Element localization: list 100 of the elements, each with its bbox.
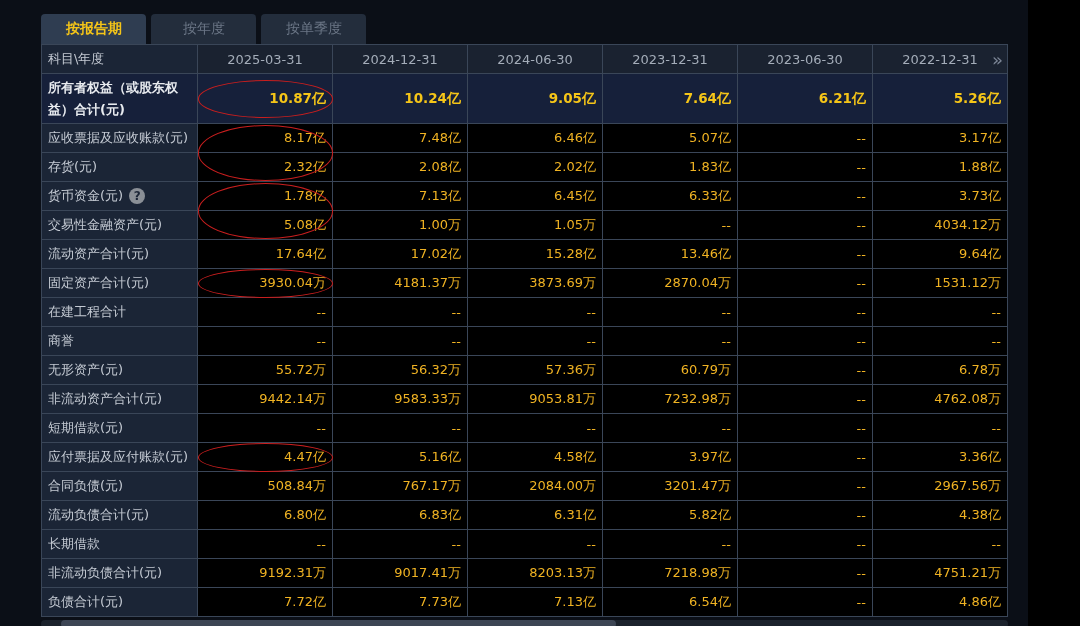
row-label: 所有者权益（或股东权益）合计(元) (48, 78, 179, 119)
table-cell: -- (738, 298, 873, 327)
table-cell: 2.08亿 (333, 153, 468, 182)
row-label: 短期借款(元) (48, 419, 124, 437)
table-cell: 1531.12万 (873, 269, 1008, 298)
row-label: 非流动资产合计(元) (48, 390, 163, 408)
table-cell: 17.02亿 (333, 240, 468, 269)
table-cell: 6.21亿 (738, 74, 873, 124)
table-cell: -- (873, 327, 1008, 356)
table-cell: 1.05万 (468, 211, 603, 240)
column-header: 2023-06-30 (767, 51, 843, 67)
table-cell: 3.36亿 (873, 443, 1008, 472)
table-cell: 6.33亿 (603, 182, 738, 211)
table-cell: 4.58亿 (468, 443, 603, 472)
table-cell: 4034.12万 (873, 211, 1008, 240)
table-cell: 9017.41万 (333, 559, 468, 588)
table-cell: -- (738, 153, 873, 182)
table-cell: 9442.14万 (198, 385, 333, 414)
table-cell: -- (738, 472, 873, 501)
table-cell: 3873.69万 (468, 269, 603, 298)
row-label: 应收票据及应收账款(元) (48, 129, 189, 147)
scrollbar-thumb[interactable] (61, 620, 616, 626)
table-cell: -- (738, 211, 873, 240)
table-cell: -- (468, 298, 603, 327)
table-cell: -- (873, 530, 1008, 559)
table-cell: 5.26亿 (873, 74, 1008, 124)
table-cell: 4751.21万 (873, 559, 1008, 588)
column-header: 2025-03-31 (227, 51, 303, 67)
table-cell: 1.88亿 (873, 153, 1008, 182)
table-cell: 3.97亿 (603, 443, 738, 472)
table-cell: 7.48亿 (333, 124, 468, 153)
table-cell: 15.28亿 (468, 240, 603, 269)
table-cell: 10.24亿 (333, 74, 468, 124)
table-cell: 3201.47万 (603, 472, 738, 501)
column-header: 2023-12-31 (632, 51, 708, 67)
table-cell: -- (603, 530, 738, 559)
column-header: 2024-12-31 (362, 51, 438, 67)
column-header: 科目\年度 (42, 45, 198, 74)
table-cell: -- (738, 124, 873, 153)
table-cell: 7.64亿 (603, 74, 738, 124)
table-cell: 7218.98万 (603, 559, 738, 588)
table-cell: 9192.31万 (198, 559, 333, 588)
row-label: 合同负债(元) (48, 477, 124, 495)
table-cell: 17.64亿 (198, 240, 333, 269)
table-cell: 8203.13万 (468, 559, 603, 588)
table-cell: -- (198, 530, 333, 559)
horizontal-scrollbar[interactable] (41, 620, 1008, 626)
table-cell: -- (603, 414, 738, 443)
row-label: 长期借款 (48, 535, 100, 553)
row-label: 无形资产(元) (48, 361, 124, 379)
table-cell: 8.17亿 (198, 124, 333, 153)
table-cell: 7.13亿 (333, 182, 468, 211)
table-cell: 5.82亿 (603, 501, 738, 530)
row-label: 交易性金融资产(元) (48, 216, 163, 234)
table-cell: 7.73亿 (333, 588, 468, 617)
table-cell: 6.54亿 (603, 588, 738, 617)
table-cell: 4.38亿 (873, 501, 1008, 530)
table-cell: 6.31亿 (468, 501, 603, 530)
table-cell: 9053.81万 (468, 385, 603, 414)
table-cell: 7.13亿 (468, 588, 603, 617)
next-columns-button[interactable]: » (992, 48, 1003, 70)
table-cell: 7.72亿 (198, 588, 333, 617)
tab[interactable]: 按单季度 (261, 14, 366, 44)
table-cell: 6.45亿 (468, 182, 603, 211)
table-cell: 56.32万 (333, 356, 468, 385)
table-cell: 3.73亿 (873, 182, 1008, 211)
row-label: 存货(元) (48, 158, 98, 176)
help-icon[interactable]: ? (129, 188, 146, 204)
table-cell: -- (468, 414, 603, 443)
table-cell: 1.78亿 (198, 182, 333, 211)
table-cell: 2084.00万 (468, 472, 603, 501)
table-cell: 6.46亿 (468, 124, 603, 153)
table-cell: -- (738, 182, 873, 211)
table-cell: -- (738, 559, 873, 588)
table-cell: -- (738, 414, 873, 443)
table-cell: -- (738, 588, 873, 617)
table-cell: 7232.98万 (603, 385, 738, 414)
table-cell: 3.17亿 (873, 124, 1008, 153)
table-cell: -- (873, 414, 1008, 443)
table-cell: 6.80亿 (198, 501, 333, 530)
table-cell: 2870.04万 (603, 269, 738, 298)
row-label: 非流动负债合计(元) (48, 564, 163, 582)
row-label: 流动资产合计(元) (48, 245, 150, 263)
table-cell: 508.84万 (198, 472, 333, 501)
table-cell: 767.17万 (333, 472, 468, 501)
table-cell: 10.87亿 (198, 74, 333, 124)
table-cell: 5.16亿 (333, 443, 468, 472)
tab[interactable]: 按年度 (151, 14, 256, 44)
table-cell: 4762.08万 (873, 385, 1008, 414)
table-cell: 2.02亿 (468, 153, 603, 182)
row-label: 负债合计(元) (48, 593, 124, 611)
tab[interactable]: 按报告期 (41, 14, 146, 44)
row-label: 流动负债合计(元) (48, 506, 150, 524)
table-cell: 9.64亿 (873, 240, 1008, 269)
table-cell: 55.72万 (198, 356, 333, 385)
table-cell: -- (333, 414, 468, 443)
table-cell: -- (198, 327, 333, 356)
table-cell: -- (738, 443, 873, 472)
table-cell: 4.86亿 (873, 588, 1008, 617)
table-cell: -- (738, 356, 873, 385)
